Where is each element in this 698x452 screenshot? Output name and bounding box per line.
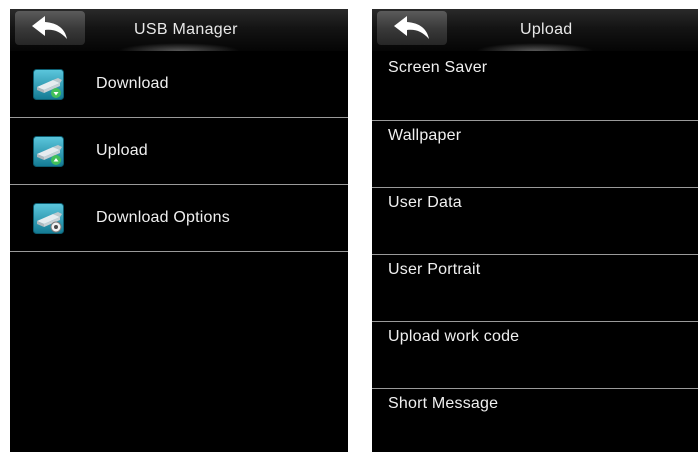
usb-manager-screen: USB Manager Download Upload Download Opt… — [10, 9, 348, 452]
menu-item-download[interactable]: Download — [10, 51, 348, 118]
menu-item-label: Download Options — [96, 209, 230, 226]
usb-options-icon — [33, 203, 64, 234]
list-item-label: Wallpaper — [388, 127, 462, 144]
menu-item-label: Upload — [96, 142, 148, 159]
list-item-screen-saver[interactable]: Screen Saver — [372, 51, 698, 121]
back-arrow-icon — [32, 16, 67, 39]
upload-screen: Upload Screen Saver Wallpaper User Data … — [372, 9, 698, 452]
title-bar: Upload — [372, 9, 698, 51]
usb-upload-icon — [33, 136, 64, 167]
back-button[interactable] — [377, 11, 447, 45]
list-item-user-portrait[interactable]: User Portrait — [372, 255, 698, 322]
list-item-short-message[interactable]: Short Message — [372, 389, 698, 452]
menu-item-download-options[interactable]: Download Options — [10, 185, 348, 252]
menu-item-upload[interactable]: Upload — [10, 118, 348, 185]
usb-download-icon — [33, 69, 64, 100]
list-item-label: Short Message — [388, 395, 499, 412]
back-arrow-icon — [394, 16, 429, 39]
back-button[interactable] — [15, 11, 85, 45]
list-item-wallpaper[interactable]: Wallpaper — [372, 121, 698, 188]
list-item-label: User Data — [388, 194, 462, 211]
title-bar: USB Manager — [10, 9, 348, 51]
list-item-user-data[interactable]: User Data — [372, 188, 698, 255]
list-item-label: Screen Saver — [388, 59, 488, 76]
list-item-label: Upload work code — [388, 328, 520, 345]
page-title: Upload — [520, 21, 573, 38]
page-title: USB Manager — [134, 21, 238, 38]
list-item-label: User Portrait — [388, 261, 481, 278]
menu-item-label: Download — [96, 75, 169, 92]
list-item-upload-work-code[interactable]: Upload work code — [372, 322, 698, 389]
